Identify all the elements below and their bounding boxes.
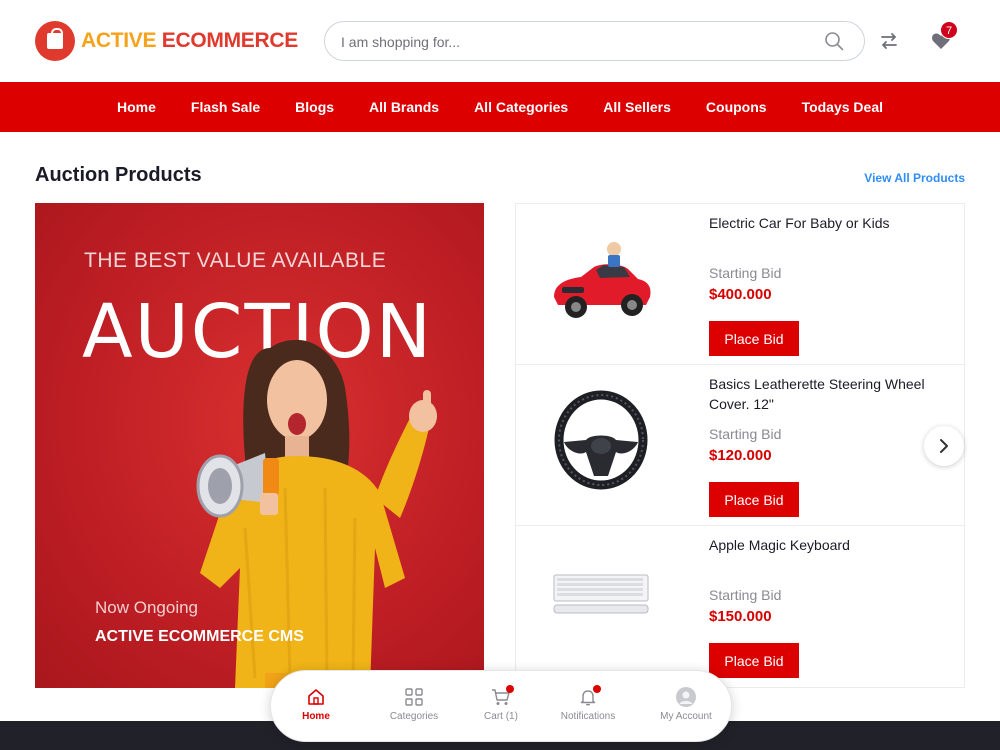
search-box — [324, 21, 865, 61]
shopping-bag-icon — [35, 21, 75, 61]
place-bid-button[interactable]: Place Bid — [709, 482, 799, 517]
banner-status: Now Ongoing — [95, 598, 199, 617]
bottom-nav-home[interactable]: Home — [271, 687, 361, 722]
compare-icon[interactable] — [878, 30, 900, 52]
bottom-nav-cart[interactable]: Cart (1) — [456, 685, 546, 722]
product-card[interactable]: Basics Leatherette Steering Wheel Cover.… — [516, 365, 964, 526]
wishlist-count-badge: 7 — [940, 21, 958, 39]
site-header: ACTIVE ECOMMERCE 7 — [0, 0, 1000, 82]
product-card[interactable]: Electric Car For Baby or Kids Starting B… — [516, 204, 964, 365]
logo-word-active: ACTIVE — [81, 29, 157, 52]
carousel-next-button[interactable] — [924, 426, 964, 466]
logo-word-ecommerce: ECOMMERCE — [161, 29, 298, 52]
bottom-nav-account[interactable]: My Account — [641, 687, 731, 722]
bottom-nav-bar: Home Categories Cart (1) Notifications M… — [270, 670, 732, 742]
home-icon — [308, 689, 324, 705]
product-name[interactable]: Electric Car For Baby or Kids — [709, 213, 949, 233]
banner-tagline: THE BEST VALUE AVAILABLE — [84, 249, 387, 272]
starting-bid-label: Starting Bid — [709, 587, 782, 603]
search-input[interactable] — [341, 31, 811, 53]
bottom-nav-home-label: Home — [302, 711, 330, 722]
product-card[interactable]: Apple Magic Keyboard Starting Bid $150.0… — [516, 526, 964, 687]
view-all-products-link[interactable]: View All Products — [864, 171, 965, 185]
nav-all-sellers[interactable]: All Sellers — [603, 99, 671, 115]
starting-bid-label: Starting Bid — [709, 265, 782, 281]
nav-coupons[interactable]: Coupons — [706, 99, 767, 115]
auction-product-list: Electric Car For Baby or Kids Starting B… — [515, 203, 965, 688]
place-bid-button[interactable]: Place Bid — [709, 643, 799, 678]
bottom-nav-categories-label: Categories — [389, 711, 439, 722]
site-logo[interactable]: ACTIVE ECOMMERCE — [35, 21, 298, 61]
avatar-icon — [676, 687, 696, 707]
steering-wheel-image[interactable] — [546, 390, 656, 490]
nav-home[interactable]: Home — [117, 99, 156, 115]
product-price: $400.000 — [709, 286, 772, 303]
place-bid-button[interactable]: Place Bid — [709, 321, 799, 356]
product-name[interactable]: Apple Magic Keyboard — [709, 535, 949, 555]
banner-brand: ACTIVE ECOMMERCE CMS — [95, 628, 304, 645]
bottom-nav-categories[interactable]: Categories — [369, 687, 459, 722]
search-icon[interactable] — [824, 31, 844, 51]
bottom-nav-cart-label: Cart (1) — [484, 711, 518, 722]
bottom-nav-notifications-label: Notifications — [560, 711, 616, 722]
auction-banner[interactable]: THE BEST VALUE AVAILABLE AUCTION Now Ong… — [35, 203, 484, 688]
white-keyboard-image[interactable] — [546, 551, 656, 651]
product-price: $120.000 — [709, 447, 772, 464]
bottom-nav-notifications[interactable]: Notifications — [543, 685, 633, 722]
section-title: Auction Products — [35, 164, 202, 186]
product-name[interactable]: Basics Leatherette Steering Wheel Cover.… — [709, 374, 949, 414]
starting-bid-label: Starting Bid — [709, 426, 782, 442]
chevron-right-icon — [940, 439, 948, 453]
nav-flash-sale[interactable]: Flash Sale — [191, 99, 260, 115]
main-nav: Home Flash Sale Blogs All Brands All Cat… — [0, 82, 1000, 132]
nav-blogs[interactable]: Blogs — [295, 99, 334, 115]
notification-dot-indicator — [593, 685, 601, 693]
bottom-nav-account-label: My Account — [660, 711, 712, 722]
product-price: $150.000 — [709, 608, 772, 625]
grid-icon — [405, 688, 423, 706]
nav-all-brands[interactable]: All Brands — [369, 99, 439, 115]
nav-all-categories[interactable]: All Categories — [474, 99, 568, 115]
cart-dot-indicator — [506, 685, 514, 693]
red-toy-car-image[interactable] — [546, 229, 656, 329]
nav-todays-deal[interactable]: Todays Deal — [802, 99, 883, 115]
